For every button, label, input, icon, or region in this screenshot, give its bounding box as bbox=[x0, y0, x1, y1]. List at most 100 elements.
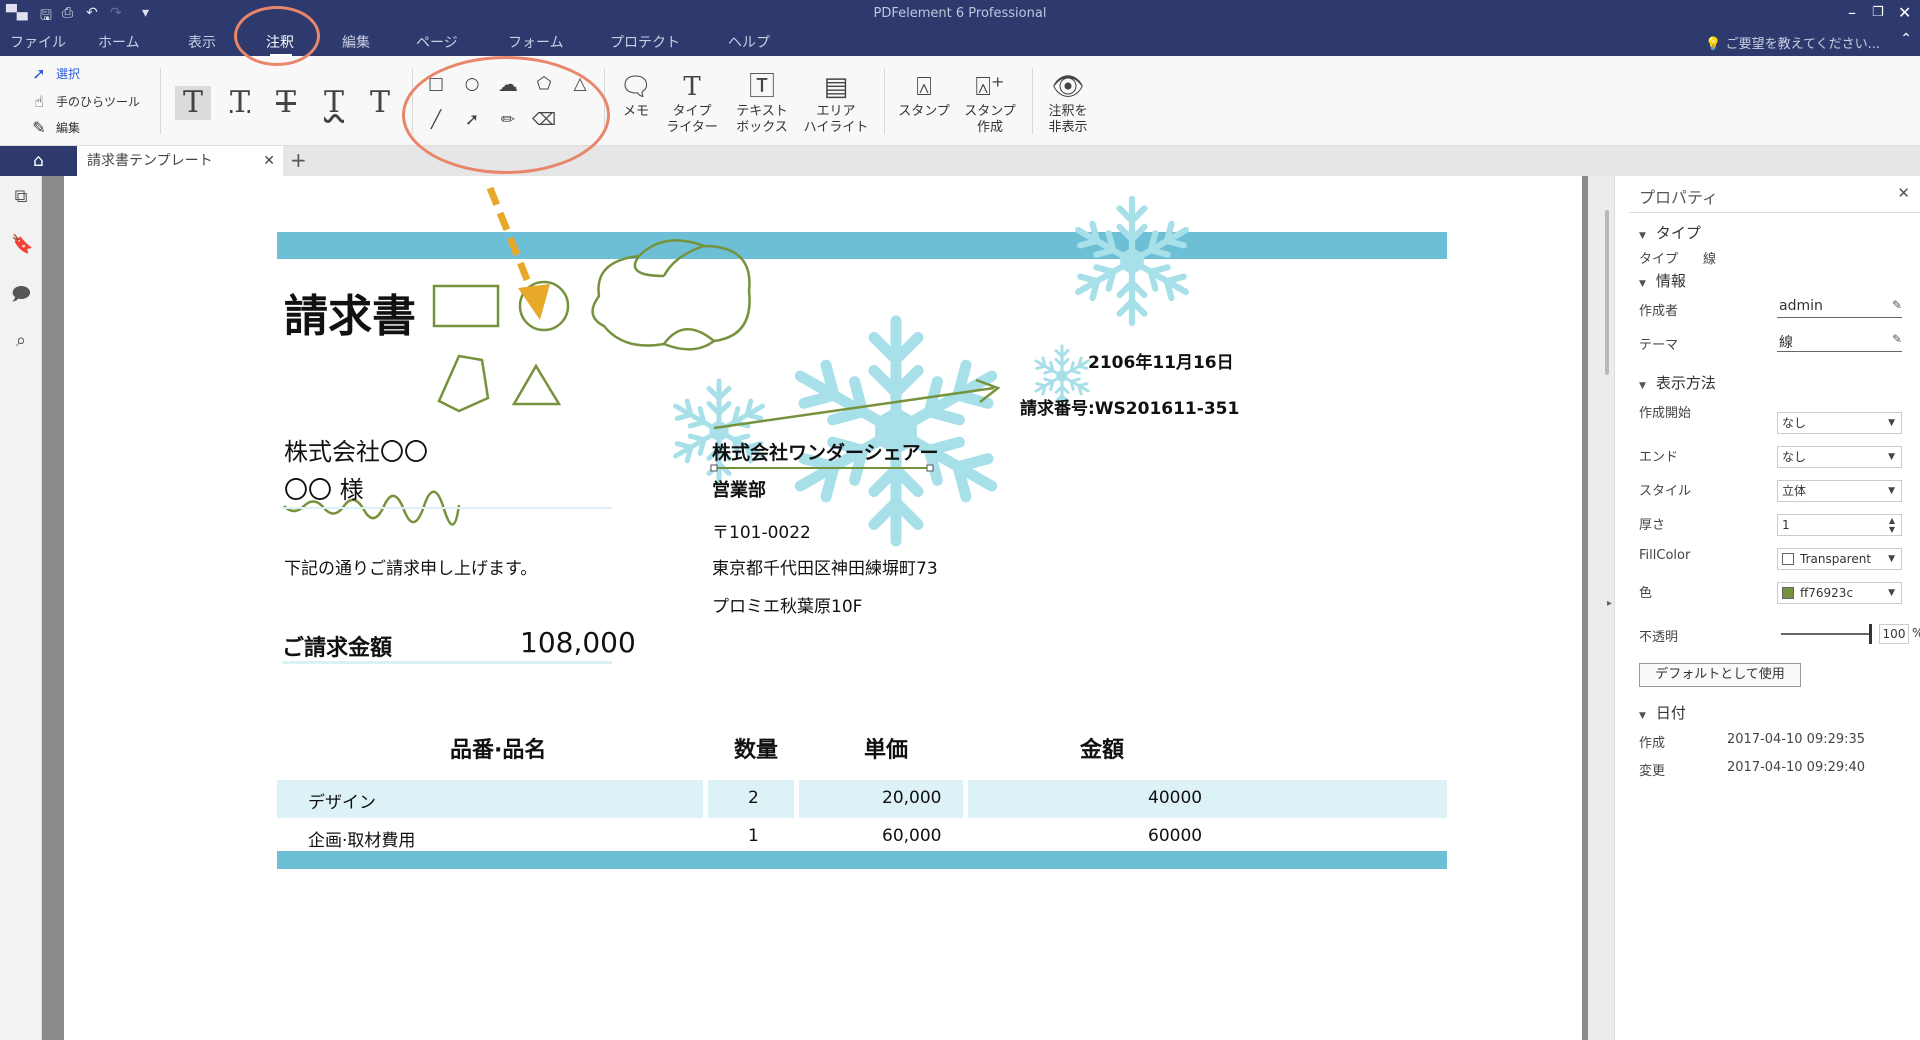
row2-amount: 60000 bbox=[1148, 826, 1203, 846]
section-date[interactable]: ▼ 日付 bbox=[1639, 702, 1686, 723]
menu-protect[interactable]: プロテクト bbox=[610, 32, 680, 52]
squiggly-text-button[interactable]: T bbox=[316, 86, 352, 120]
annotation-polygon[interactable] bbox=[437, 354, 490, 413]
memo-button[interactable]: 🗨 メモ bbox=[616, 70, 656, 120]
close-panel-icon[interactable]: ✕ bbox=[1897, 184, 1910, 202]
section-display-label: 表示方法 bbox=[1655, 374, 1716, 392]
typewriter-label-2: ライター bbox=[666, 120, 718, 135]
home-tab[interactable]: ⌂ bbox=[0, 146, 77, 176]
issuer-department: 営業部 bbox=[712, 480, 766, 501]
ribbon-separator bbox=[1032, 68, 1033, 134]
end-select[interactable]: なし ▼ bbox=[1777, 446, 1902, 468]
author-value: admin bbox=[1779, 298, 1823, 314]
type-value: 線 bbox=[1703, 252, 1717, 267]
menu-home[interactable]: ホーム bbox=[98, 32, 140, 52]
annotation-arrow-line[interactable] bbox=[713, 386, 995, 430]
menu-file[interactable]: ファイル bbox=[10, 32, 66, 52]
hand-icon: ☝ bbox=[34, 92, 44, 111]
collapse-triangle-icon: ▼ bbox=[1639, 279, 1646, 289]
hand-tool[interactable]: ☝ 手のひらツール bbox=[30, 92, 140, 111]
color-swatch bbox=[1782, 587, 1794, 599]
subject-field[interactable]: 線 ✎ bbox=[1777, 332, 1902, 352]
thumbnails-icon[interactable]: ⧉ bbox=[11, 186, 31, 207]
callout-annotate-menu bbox=[234, 6, 320, 66]
menu-edit[interactable]: 編集 bbox=[342, 32, 370, 52]
annotation-cloud[interactable] bbox=[591, 239, 751, 351]
table-header-qty: 数量 bbox=[734, 738, 779, 763]
amount-underline bbox=[282, 661, 612, 664]
collapse-ribbon-icon[interactable]: ⌃ bbox=[1900, 31, 1912, 47]
memo-label: メモ bbox=[622, 104, 649, 119]
menu-form[interactable]: フォーム bbox=[508, 32, 564, 52]
stamp-label: スタンプ bbox=[898, 104, 950, 119]
search-icon[interactable]: ⌕ bbox=[11, 330, 31, 351]
menu-help[interactable]: ヘルプ bbox=[728, 32, 770, 52]
create-stamp-icon: ⍓⁺ bbox=[975, 72, 1005, 102]
use-as-default-button[interactable]: デフォルトとして使用 bbox=[1639, 663, 1801, 687]
minimize-icon[interactable]: – bbox=[1848, 3, 1856, 22]
amount-label: ご請求金額 bbox=[282, 636, 393, 661]
create-stamp-label: スタンプ bbox=[964, 104, 1016, 119]
memo-icon: 🗨 bbox=[619, 72, 653, 102]
issuer-company: 株式会社ワンダーシェアー bbox=[712, 442, 939, 464]
select-tool[interactable]: ➚ 選択 bbox=[30, 64, 80, 83]
menu-page[interactable]: ページ bbox=[416, 32, 458, 52]
stamp-button[interactable]: ⍓ スタンプ bbox=[894, 70, 954, 120]
create-stamp-button[interactable]: ⍓⁺ スタンプ 作成 bbox=[960, 70, 1020, 136]
selection-handle[interactable] bbox=[710, 464, 718, 472]
typewriter-icon: T bbox=[683, 72, 701, 102]
section-type[interactable]: ▼ タイプ bbox=[1639, 222, 1701, 243]
highlight-text-button[interactable]: T bbox=[175, 86, 211, 120]
stepper-icon[interactable]: ▲ ▼ bbox=[1889, 516, 1895, 534]
issuer-address: 東京都千代田区神田練塀町73 bbox=[712, 559, 938, 579]
tab-bar: ⌂ 請求書テンプレート ✕ + bbox=[0, 146, 1920, 176]
opacity-slider[interactable] bbox=[1781, 633, 1871, 635]
author-field[interactable]: admin ✎ bbox=[1777, 298, 1902, 318]
style-select[interactable]: 立体 ▼ bbox=[1777, 480, 1902, 502]
ask-box[interactable]: 💡 ご要望を教えてください... bbox=[1705, 33, 1880, 52]
section-info[interactable]: ▼ 情報 bbox=[1639, 270, 1686, 291]
start-select[interactable]: なし ▼ bbox=[1777, 412, 1902, 434]
pencil-icon[interactable]: ✎ bbox=[1892, 298, 1902, 312]
opacity-slider-knob[interactable] bbox=[1869, 624, 1872, 644]
row2-unit-price: 60,000 bbox=[882, 826, 942, 846]
close-tab-icon[interactable]: ✕ bbox=[263, 146, 275, 176]
fill-color-select[interactable]: Transparent ▼ bbox=[1777, 548, 1902, 570]
edit-tool[interactable]: ✎ 編集 bbox=[30, 118, 80, 137]
area-highlight-button[interactable]: ▤ エリア ハイライト bbox=[802, 70, 870, 136]
color-select[interactable]: ff76923c ▼ bbox=[1777, 582, 1902, 604]
thickness-stepper[interactable]: 1 ▲ ▼ bbox=[1777, 514, 1902, 536]
edit-label: 編集 bbox=[56, 121, 81, 135]
opacity-input[interactable]: 100 bbox=[1879, 624, 1909, 644]
properties-panel: ▸ プロパティ ✕ ▼ タイプ タイプ 線 ▼ 情報 作成者 admin ✎ テーマ … bbox=[1607, 176, 1920, 1040]
callout-shape-tools bbox=[402, 56, 610, 174]
stamp-icon: ⍓ bbox=[916, 72, 932, 102]
insert-text-button[interactable]: T bbox=[362, 86, 398, 120]
fill-swatch bbox=[1782, 553, 1794, 565]
style-label: スタイル bbox=[1639, 484, 1692, 499]
ribbon-separator bbox=[884, 68, 885, 134]
document-tab[interactable]: 請求書テンプレート ✕ bbox=[77, 146, 283, 176]
bookmark-icon[interactable]: 🔖 bbox=[11, 234, 33, 255]
menu-view[interactable]: 表示 bbox=[188, 32, 216, 52]
strikethrough-text-button[interactable]: T bbox=[268, 86, 304, 120]
invoice-date: 2106年11月16日 bbox=[1088, 353, 1234, 373]
section-date-label: 日付 bbox=[1655, 704, 1686, 722]
panel-divider bbox=[1629, 212, 1920, 213]
comment-icon[interactable]: 🗩 bbox=[11, 282, 31, 312]
new-tab-icon[interactable]: + bbox=[290, 148, 307, 172]
color-label: 色 bbox=[1639, 586, 1653, 601]
typewriter-button[interactable]: T タイプ ライター bbox=[664, 70, 720, 136]
selection-handle[interactable] bbox=[926, 464, 934, 472]
section-display[interactable]: ▼ 表示方法 bbox=[1639, 372, 1716, 393]
table-header-item: 品番·品名 bbox=[450, 738, 547, 763]
pencil-icon[interactable]: ✎ bbox=[1892, 332, 1902, 346]
close-window-icon[interactable]: ✕ bbox=[1898, 3, 1911, 22]
scrollbar-thumb[interactable] bbox=[1605, 210, 1609, 375]
collapse-panel-icon[interactable]: ▸ bbox=[1607, 598, 1612, 609]
underline-text-button[interactable]: T bbox=[222, 86, 258, 120]
maximize-icon[interactable]: ❐ bbox=[1872, 5, 1884, 20]
textbox-button[interactable]: 🅃 テキスト ボックス bbox=[732, 70, 792, 136]
annotation-triangle[interactable] bbox=[511, 363, 562, 406]
hide-annotations-button[interactable]: 👁 注釈を 非表示 bbox=[1040, 70, 1096, 136]
